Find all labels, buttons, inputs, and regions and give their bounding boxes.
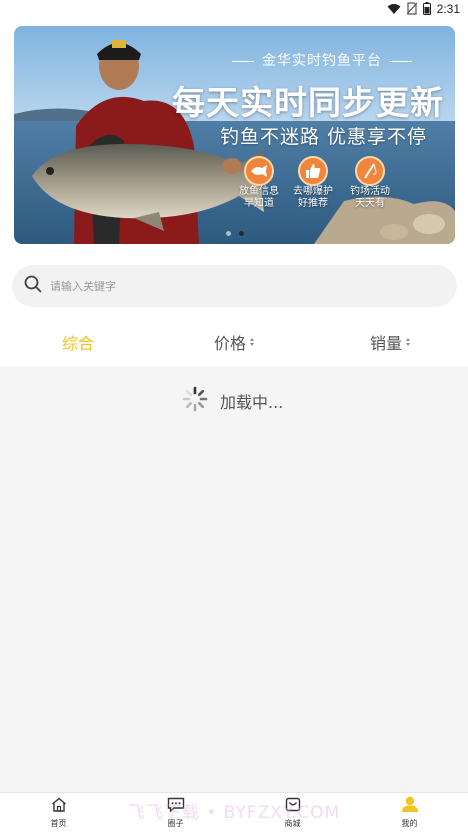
status-time: 2:31 xyxy=(436,2,460,16)
status-bar: 2:31 xyxy=(0,0,468,18)
feature-line2: 天天有 xyxy=(355,198,385,209)
tab-shop[interactable]: 商城 xyxy=(234,793,351,832)
sort-bar: 综合 价格 销量 xyxy=(0,318,468,366)
thumbs-up-icon xyxy=(298,156,328,186)
banner-slogan: 钓鱼不迷路 优惠享不停 xyxy=(220,126,428,148)
tab-label: 商城 xyxy=(284,818,301,828)
banner-feature-recommend: 去哪爆护 好推荐 xyxy=(283,156,343,210)
loading-indicator: 加载中... xyxy=(182,386,283,416)
feature-line2: 好推荐 xyxy=(298,198,328,209)
fish-icon xyxy=(244,156,274,186)
feature-line1: 放鱼信息 xyxy=(239,186,279,197)
loading-text: 加载中... xyxy=(220,393,284,412)
sort-arrows-icon xyxy=(406,338,410,346)
banner-feature-activity: 钓场活动 天天有 xyxy=(340,156,400,210)
banner-feature-fish: 放鱼信息 早知道 xyxy=(229,156,289,210)
sort-tab-label: 价格 xyxy=(213,334,246,353)
product-list-area: 加载中... xyxy=(0,366,468,792)
chat-icon xyxy=(167,797,185,816)
banner-carousel[interactable]: 金华实时钓鱼平台 每天实时同步更新 钓鱼不迷路 优惠享不停 放鱼信息 早知道 去… xyxy=(14,26,455,244)
feature-line2: 早知道 xyxy=(244,198,274,209)
carousel-dot-active[interactable] xyxy=(238,231,244,236)
search-bar[interactable] xyxy=(12,265,457,307)
carousel-indicator xyxy=(14,231,455,236)
battery-icon xyxy=(422,0,431,19)
search-icon xyxy=(24,275,42,297)
banner-subtitle: 金华实时钓鱼平台 xyxy=(224,50,420,70)
sort-tab-price[interactable]: 价格 xyxy=(156,318,312,366)
shop-icon xyxy=(285,797,301,816)
sort-tab-label: 综合 xyxy=(61,334,94,353)
banner-title: 每天实时同步更新 xyxy=(172,83,444,122)
sort-tab-label: 销量 xyxy=(369,334,402,353)
fishing-rod-icon xyxy=(355,156,385,186)
status-icons: 2:31 xyxy=(387,0,460,19)
bottom-tab-bar: 首页 圈子 商城 我的 xyxy=(0,792,468,832)
feature-line1: 去哪爆护 xyxy=(293,186,333,197)
tab-mine[interactable]: 我的 xyxy=(351,793,468,832)
home-icon xyxy=(51,797,67,816)
wifi-icon xyxy=(387,0,401,19)
tab-home[interactable]: 首页 xyxy=(0,793,117,832)
tab-circle[interactable]: 圈子 xyxy=(117,793,234,832)
carousel-dot[interactable] xyxy=(225,231,231,236)
sort-arrows-icon xyxy=(250,338,254,346)
tab-label: 圈子 xyxy=(167,818,184,828)
tab-label: 首页 xyxy=(50,818,67,828)
tab-label: 我的 xyxy=(401,819,418,828)
spinner-icon xyxy=(182,386,208,416)
sort-tab-sales[interactable]: 销量 xyxy=(312,318,468,366)
user-icon xyxy=(401,796,419,816)
no-sim-icon xyxy=(406,0,418,19)
sort-tab-overall[interactable]: 综合 xyxy=(0,318,156,366)
search-input[interactable] xyxy=(50,279,410,293)
feature-line1: 钓场活动 xyxy=(350,186,390,197)
